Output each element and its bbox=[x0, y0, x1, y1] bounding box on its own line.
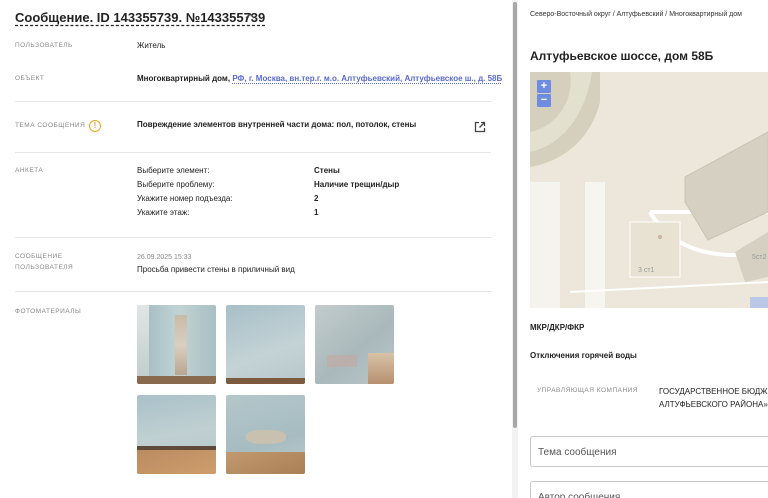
object-address-link[interactable]: РФ, г. Москва, вн.тер.г. м.о. Алтуфьевск… bbox=[232, 74, 502, 83]
topic-input[interactable]: Тема сообщения bbox=[530, 436, 768, 467]
breadcrumb[interactable]: Северо-Восточный округ / Алтуфьевский / … bbox=[530, 9, 766, 20]
topic-value: Повреждение элементов внутренней части д… bbox=[137, 120, 417, 129]
management-company-line-1: ГОСУДАРСТВЕННОЕ БЮДЖЕ bbox=[659, 387, 768, 396]
survey-a-4: 1 bbox=[314, 208, 319, 217]
survey-a-1: Стены bbox=[314, 166, 340, 175]
object-address-title: Алтуфьевское шоссе, дом 58Б bbox=[530, 49, 714, 63]
divider bbox=[15, 101, 491, 102]
hot-water-title: Отключения горячей воды bbox=[530, 351, 637, 360]
survey-label: АНКЕТА bbox=[15, 167, 44, 174]
zoom-in-button[interactable]: + bbox=[537, 80, 551, 93]
management-company-label: УПРАВЛЯЮЩАЯ КОМПАНИЯ bbox=[537, 387, 639, 394]
user-value: Житель bbox=[137, 41, 166, 50]
survey-q-3: Укажите номер подъезда: bbox=[137, 194, 233, 203]
management-company-line-2: АЛТУФЬЕВСКОГО РАЙОНА» bbox=[659, 400, 768, 409]
divider bbox=[15, 237, 491, 238]
external-link-icon[interactable] bbox=[474, 120, 486, 133]
photo-thumbnail[interactable] bbox=[137, 305, 216, 384]
management-company-value: ГОСУДАРСТВЕННОЕ БЮДЖЕ АЛТУФЬЕВСКОГО РАЙО… bbox=[659, 385, 768, 411]
object-label: ОБЪЕКТ bbox=[15, 75, 45, 82]
map-building-label: 3 ст1 bbox=[638, 267, 655, 274]
survey-q-2: Выберите проблему: bbox=[137, 180, 215, 189]
photo-thumbnail[interactable] bbox=[226, 305, 305, 384]
divider bbox=[15, 152, 491, 153]
photo-thumbnail[interactable] bbox=[137, 395, 216, 474]
scrollbar-thumb[interactable] bbox=[513, 2, 517, 428]
zoom-out-button[interactable]: − bbox=[537, 94, 551, 107]
divider bbox=[15, 291, 491, 292]
object-value: Многоквартирный дом, РФ, г. Москва, вн.т… bbox=[137, 72, 502, 86]
user-message-label-2: ПОЛЬЗОВАТЕЛЯ bbox=[15, 264, 74, 271]
user-message-text: Просьба привести стены в приличный вид bbox=[137, 265, 295, 274]
survey-q-4: Укажите этаж: bbox=[137, 208, 190, 217]
survey-a-3: 2 bbox=[314, 194, 319, 203]
map-building-label: 5ст2 bbox=[752, 254, 767, 261]
object-side-panel: Северо-Восточный округ / Алтуфьевский / … bbox=[518, 0, 768, 498]
object-type: Многоквартирный дом, bbox=[137, 74, 231, 83]
survey-q-1: Выберите элемент: bbox=[137, 166, 210, 175]
topic-label: ТЕМА СООБЩЕНИЯ bbox=[15, 122, 86, 129]
user-label: ПОЛЬЗОВАТЕЛЬ bbox=[15, 42, 73, 49]
photo-thumbnail[interactable] bbox=[315, 305, 394, 384]
author-input[interactable]: Автор сообщения bbox=[530, 481, 768, 498]
mkd-section-title: МКР/ДКР/ФКР bbox=[530, 323, 585, 332]
map[interactable]: + − 3 ст1 5ст2 bbox=[530, 72, 768, 308]
survey-a-2: Наличие трещин/дыр bbox=[314, 180, 400, 189]
warning-icon[interactable]: ! bbox=[89, 120, 101, 132]
photo-thumbnail[interactable] bbox=[226, 395, 305, 474]
photos-label: ФОТОМАТЕРИАЛЫ bbox=[15, 308, 82, 315]
chevron-up-icon[interactable] bbox=[245, 11, 255, 23]
message-panel: Сообщение. ID 143355739. №143355739 ПОЛЬ… bbox=[0, 0, 512, 498]
message-title: Сообщение. ID 143355739. №143355739 bbox=[15, 10, 266, 25]
